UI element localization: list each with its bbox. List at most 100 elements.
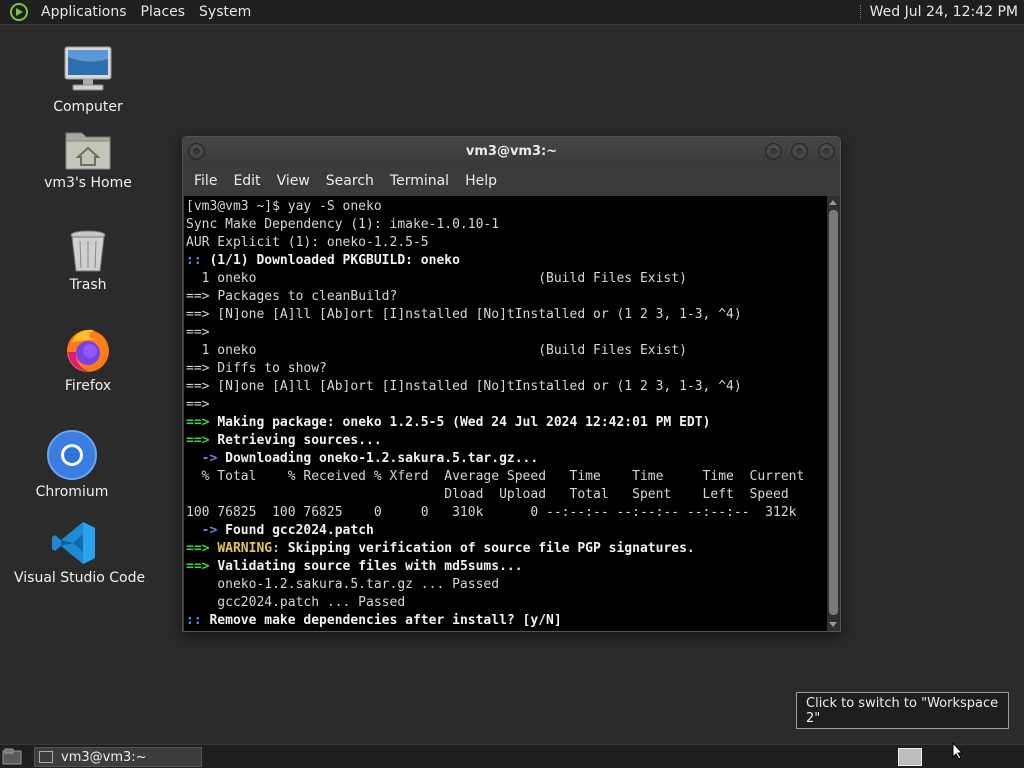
desktop-icon-label: Trash <box>69 277 107 293</box>
terminal-icon <box>39 751 53 763</box>
firefox-icon <box>67 329 109 372</box>
terminal-segment: Sync Make Dependency (1): imake-1.0.10-1 <box>186 217 500 232</box>
terminal-segment: Dload Upload Total Spent Left Speed <box>186 487 789 502</box>
home-folder-icon <box>65 132 111 170</box>
terminal-line: % Total % Received % Xferd Average Speed… <box>186 469 805 484</box>
terminal-line: ==> <box>186 397 209 412</box>
terminal-line: 1 oneko (Build Files Exist) <box>186 271 687 286</box>
terminal-segment: ==> <box>186 433 218 448</box>
terminal-segment: Packages to cleanBuild? <box>217 289 398 304</box>
terminal-segment: :: <box>186 253 210 268</box>
terminal-line: ==> Validating source files with md5sums… <box>186 559 523 574</box>
menu-search[interactable]: Search <box>318 173 382 189</box>
menu-help[interactable]: Help <box>457 173 505 189</box>
terminal-segment: Validating source files with md5sums... <box>217 559 523 574</box>
terminal-segment: ==> <box>186 289 218 304</box>
terminal-segment: Making package: oneko 1.2.5-5 (Wed 24 Ju… <box>217 415 711 430</box>
menu-view[interactable]: View <box>269 173 318 189</box>
chromium-icon <box>47 430 97 480</box>
places-menu[interactable]: Places <box>134 4 193 20</box>
terminal-line: gcc2024.patch ... Passed <box>186 595 405 610</box>
terminal-segment: AUR Explicit (1): oneko-1.2.5-5 <box>186 235 429 250</box>
terminal-segment: ==> [N]one [A]ll [Ab]ort [I]nstalled [No… <box>186 307 742 322</box>
terminal-segment: gcc2024.patch ... Passed <box>186 595 406 610</box>
desktop-icon-vscode[interactable]: Visual Studio Code <box>14 520 146 586</box>
terminal-segment: ==> <box>186 325 210 340</box>
terminal-segment: (1/1) Downloaded PKGBUILD: oneko <box>209 253 460 268</box>
terminal-line: :: (1/1) Downloaded PKGBUILD: oneko <box>186 253 460 268</box>
terminal-line: ==> Retrieving sources... <box>186 433 382 448</box>
terminal-line: ==> <box>186 325 209 340</box>
mouse-cursor-icon <box>952 742 964 760</box>
window-title: vm3@vm3:~ <box>465 144 558 159</box>
terminal-line: ==> Diffs to show? <box>186 361 327 376</box>
terminal-line: ==> [N]one [A]ll [Ab]ort [I]nstalled [No… <box>186 379 742 394</box>
scroll-up-arrow-icon[interactable] <box>829 200 837 205</box>
maximize-button[interactable] <box>791 143 808 160</box>
window-titlebar[interactable]: vm3@vm3:~ <box>183 137 840 167</box>
desktop-icon-label: vm3's Home <box>44 175 132 191</box>
terminal-segment: 100 76825 100 76825 0 0 310k 0 --:--:-- … <box>186 505 797 520</box>
terminal-segment: -> <box>186 523 226 538</box>
terminal-segment: WARNING: <box>217 541 280 556</box>
menu-file[interactable]: File <box>186 173 225 189</box>
terminal-segment: ==> <box>186 415 218 430</box>
terminal-output[interactable]: [vm3@vm3 ~]$ yay -S oneko Sync Make Depe… <box>184 196 827 631</box>
terminal-line: ==> Packages to cleanBuild? <box>186 289 397 304</box>
terminal-segment: :: <box>186 613 210 628</box>
desktop-icon-firefox[interactable]: Firefox <box>48 326 128 394</box>
distro-logo-icon[interactable] <box>9 2 29 22</box>
workspace-1-button[interactable] <box>898 748 922 766</box>
terminal-line: ==> WARNING: Skipping verification of so… <box>186 541 695 556</box>
scrollbar-thumb[interactable] <box>829 210 838 615</box>
minimize-button[interactable] <box>765 143 782 160</box>
terminal-line: [vm3@vm3 ~]$ yay -S oneko <box>186 199 382 214</box>
desktop-icon-home[interactable]: vm3's Home <box>38 127 138 191</box>
terminal-line: Dload Upload Total Spent Left Speed <box>186 487 789 502</box>
desktop-icon-computer[interactable]: Computer <box>48 45 128 115</box>
clock[interactable]: Wed Jul 24, 12:42 PM <box>870 4 1024 20</box>
terminal-line: ==> [N]one [A]ll [Ab]ort [I]nstalled [No… <box>186 307 742 322</box>
terminal-segment: Found gcc2024.patch <box>225 523 374 538</box>
terminal-line: AUR Explicit (1): oneko-1.2.5-5 <box>186 235 429 250</box>
taskbar-button-label: vm3@vm3:~ <box>61 749 147 765</box>
terminal-line: -> Downloading oneko-1.2.sakura.5.tar.gz… <box>186 451 539 466</box>
desktop-icon-label: Chromium <box>35 484 109 500</box>
terminal-segment: Skipping verification of source file PGP… <box>279 541 695 556</box>
terminal-line: 1 oneko (Build Files Exist) <box>186 343 687 358</box>
window-menubar: File Edit View Search Terminal Help <box>183 167 840 195</box>
terminal-line: :: Remove make dependencies after instal… <box>186 613 562 628</box>
bottom-panel: vm3@vm3:~ <box>0 744 1024 768</box>
close-button[interactable] <box>818 143 835 160</box>
terminal-line: 100 76825 100 76825 0 0 310k 0 --:--:-- … <box>186 505 796 520</box>
menu-terminal[interactable]: Terminal <box>382 173 457 189</box>
terminal-window[interactable]: vm3@vm3:~ File Edit View Search Terminal… <box>182 136 841 632</box>
terminal-text: [vm3@vm3 ~]$ yay -S oneko Sync Make Depe… <box>184 196 827 630</box>
terminal-line: ==> Making package: oneko 1.2.5-5 (Wed 2… <box>186 415 710 430</box>
terminal-segment: % Total % Received % Xferd Average Speed… <box>186 469 805 484</box>
terminal-line: oneko-1.2.sakura.5.tar.gz ... Passed <box>186 577 499 592</box>
applications-menu[interactable]: Applications <box>34 4 134 20</box>
desktop-icon-trash[interactable]: Trash <box>48 229 128 293</box>
terminal-segment: ==> Diffs to show? <box>186 361 327 376</box>
system-menu[interactable]: System <box>192 4 258 20</box>
computer-icon <box>64 46 112 91</box>
desktop-icon-label: Computer <box>53 99 123 115</box>
workspace-tooltip: Click to switch to "Workspace 2" <box>796 692 1009 729</box>
terminal-segment: -> <box>186 451 226 466</box>
terminal-segment: Retrieving sources... <box>217 433 382 448</box>
taskbar-button-terminal[interactable]: vm3@vm3:~ <box>34 747 202 767</box>
terminal-segment: Downloading oneko-1.2.sakura.5.tar.gz... <box>225 451 539 466</box>
terminal-scrollbar[interactable] <box>827 196 840 631</box>
desktop-icon-label: Visual Studio Code <box>14 570 146 586</box>
terminal-segment: [vm3@vm3 ~]$ yay -S oneko <box>186 199 382 214</box>
scroll-down-arrow-icon[interactable] <box>829 622 837 627</box>
menu-edit[interactable]: Edit <box>225 173 268 189</box>
terminal-segment: oneko-1.2.sakura.5.tar.gz ... Passed <box>186 577 500 592</box>
desktop-icon-chromium[interactable]: Chromium <box>32 430 112 500</box>
terminal-segment: ==> <box>186 541 218 556</box>
terminal-segment: ==> [N]one [A]ll [Ab]ort [I]nstalled [No… <box>186 379 742 394</box>
show-desktop-icon[interactable] <box>2 748 22 765</box>
terminal-segment: ==> <box>186 559 218 574</box>
terminal-segment: 1 oneko (Build Files Exist) <box>186 271 687 286</box>
